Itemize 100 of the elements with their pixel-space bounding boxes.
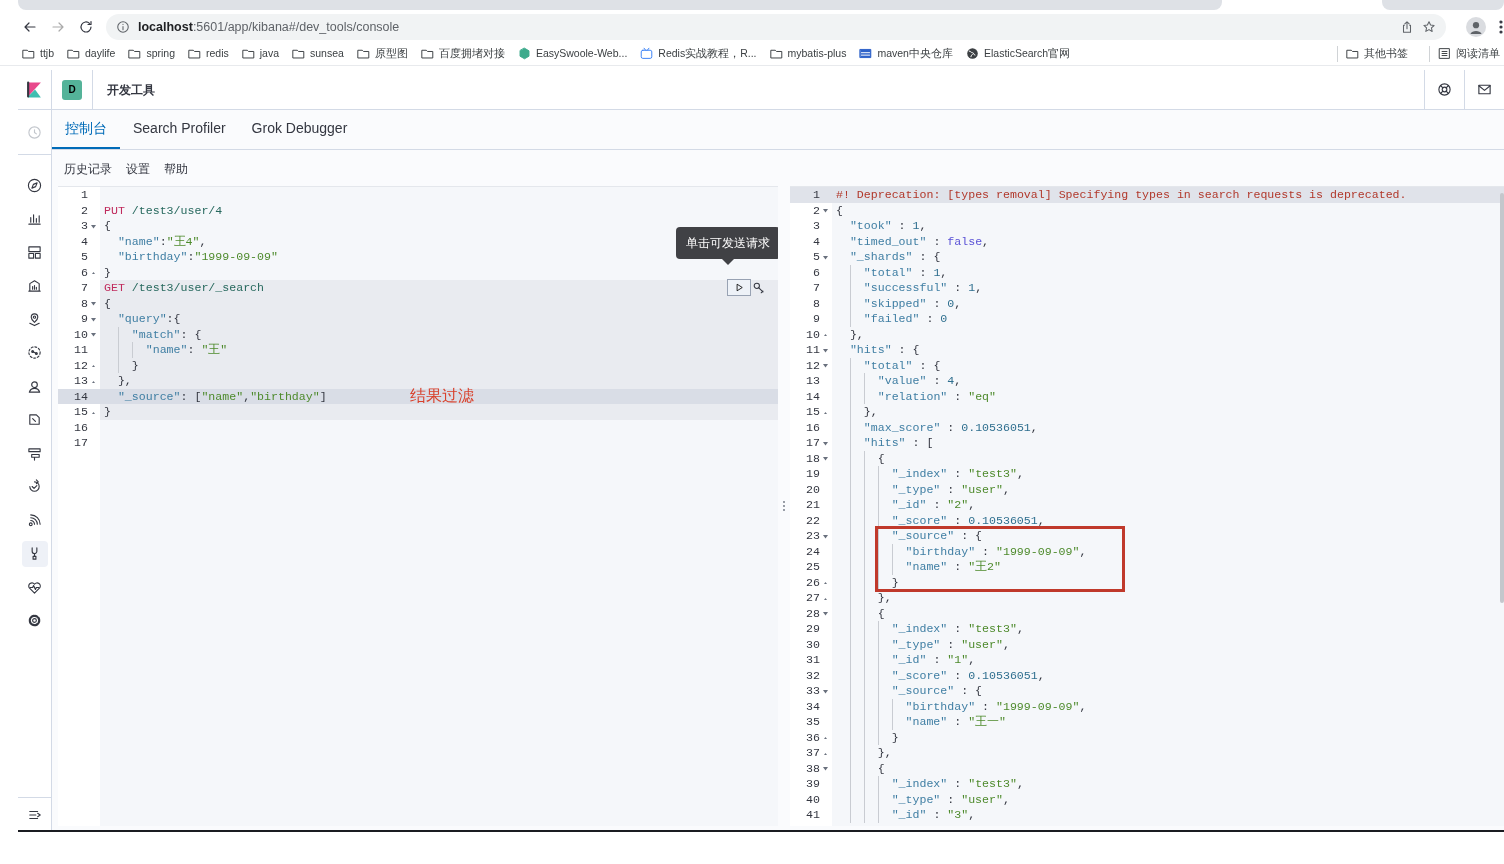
- code-line: "birthday" : "1999-09-09",: [905, 698, 1087, 714]
- line-number: 8: [813, 295, 820, 311]
- line-number: 18: [806, 450, 820, 466]
- code-line: PUT /test3/user/4: [104, 202, 223, 218]
- code-line: "birthday" : "1999-09-09",: [905, 543, 1087, 559]
- line-number: 13: [74, 373, 88, 389]
- line-number: 28: [806, 605, 820, 621]
- line-number: 7: [813, 280, 820, 296]
- tab[interactable]: Grok Debugger: [238, 109, 361, 149]
- line-number: 34: [806, 698, 820, 714]
- space-avatar[interactable]: D: [62, 79, 82, 100]
- line-number: 17: [806, 435, 820, 451]
- address-field[interactable]: localhost:5601/app/kibana#/dev_tools/console: [106, 14, 1446, 40]
- line-number: 21: [806, 497, 820, 513]
- code-line: "value" : 4,: [877, 373, 962, 389]
- line-number: 9: [81, 311, 88, 327]
- help-icon[interactable]: [1437, 82, 1452, 97]
- line-number: 19: [806, 466, 820, 482]
- share-icon[interactable]: [1400, 20, 1414, 34]
- collapse-menu-icon[interactable]: [27, 808, 42, 822]
- line-number: 3: [813, 218, 820, 234]
- code-line: "total" : 1,: [863, 264, 948, 280]
- code-line: }: [104, 264, 111, 280]
- bookmark[interactable]: 其他书签: [1346, 45, 1408, 62]
- send-request-button[interactable]: [727, 279, 751, 296]
- line-number: 33: [806, 683, 820, 699]
- code-line: "failed" : 0: [863, 311, 948, 327]
- bookmark[interactable]: 百度拥堵对接: [420, 45, 505, 62]
- line-number: 5: [81, 249, 88, 265]
- menu-link[interactable]: 设置: [126, 160, 150, 186]
- line-number: 16: [806, 419, 820, 435]
- bookmark[interactable]: redis: [188, 45, 229, 62]
- line-number: 3: [81, 218, 88, 234]
- bookmark[interactable]: sunsea: [292, 45, 344, 62]
- line-number: 17: [74, 435, 88, 451]
- code-line: "_id" : "2",: [891, 497, 976, 513]
- line-number: 6: [81, 264, 88, 280]
- tab[interactable]: 控制台: [52, 109, 120, 149]
- line-number: 12: [806, 357, 820, 373]
- avatar-icon[interactable]: [1466, 17, 1486, 37]
- code-line: "skipped" : 0,: [863, 295, 962, 311]
- code-line: "_score" : 0.10536051,: [891, 512, 1045, 528]
- code-line: {: [104, 218, 111, 234]
- bookmark[interactable]: EasySwoole-Web...: [517, 45, 628, 62]
- mail-icon[interactable]: [1477, 82, 1492, 97]
- page-title: 开发工具: [92, 69, 155, 110]
- line-number: 37: [806, 745, 820, 761]
- menu-link[interactable]: 历史记录: [64, 160, 112, 186]
- line-number: 7: [81, 280, 88, 296]
- line-number: 29: [806, 621, 820, 637]
- nav-button[interactable]: [21, 540, 48, 567]
- drag-handle-icon[interactable]: [782, 500, 786, 512]
- star-icon[interactable]: [1422, 20, 1436, 34]
- bookmark[interactable]: spring: [128, 45, 175, 62]
- line-number: 11: [74, 342, 88, 358]
- more-menu-icon[interactable]: [1498, 19, 1504, 35]
- code-line: "took" : 1,: [849, 218, 927, 234]
- menu-link[interactable]: 帮助: [164, 160, 188, 186]
- code-line: "name":"王4",: [117, 233, 207, 249]
- line-number: 5: [813, 249, 820, 265]
- code-line: "total" : {: [863, 357, 941, 373]
- annotation-text: 结果过滤: [410, 385, 474, 406]
- globe-icon: [965, 47, 979, 60]
- scrollbar[interactable]: [1500, 193, 1504, 603]
- line-number: 15: [806, 404, 820, 420]
- line-number: 10: [806, 326, 820, 342]
- folder-icon: [67, 47, 80, 60]
- line-number: 4: [813, 233, 820, 249]
- code-line: },: [117, 373, 132, 389]
- fold-icon[interactable]: [821, 206, 830, 215]
- line-number: 14: [74, 388, 88, 404]
- bookmark[interactable]: 原型图: [356, 45, 408, 62]
- kibana-logo[interactable]: [26, 80, 43, 99]
- bookmark[interactable]: mybatis-plus: [769, 45, 847, 62]
- reload-icon[interactable]: [78, 19, 94, 35]
- bookmark[interactable]: maven中央仓库: [859, 45, 953, 62]
- line-number: 35: [806, 714, 820, 730]
- code-line: "_id" : "3",: [891, 807, 976, 823]
- code-line: "name" : "王一": [905, 714, 1007, 730]
- tab[interactable]: Search Profiler: [120, 109, 239, 149]
- line-number: 2: [81, 202, 88, 218]
- bookmark[interactable]: Redis实战教程，R...: [640, 45, 757, 62]
- bookmark[interactable]: ElasticSearch官网: [965, 45, 1071, 62]
- code-line: "relation" : "eq": [877, 388, 996, 404]
- list-icon: [1438, 47, 1451, 60]
- bookmark[interactable]: ttjb: [22, 45, 54, 62]
- folder-icon: [128, 47, 142, 60]
- code-line: "name" : "王2": [905, 559, 1002, 575]
- line-number: 38: [806, 760, 820, 776]
- code-line: "match": {: [131, 326, 202, 342]
- code-line: "name": "王": [145, 342, 228, 358]
- bookmark[interactable]: 阅读清单: [1438, 45, 1500, 62]
- bookmark[interactable]: daylife: [67, 45, 116, 62]
- code-line: "_source": ["name","birthday"]: [117, 388, 327, 404]
- tooltip: 单击可发送请求: [676, 227, 778, 265]
- bookmark[interactable]: java: [241, 45, 279, 62]
- tv-icon: [640, 47, 654, 60]
- folder-icon: [420, 47, 434, 60]
- code-line: "_source" : {: [891, 528, 983, 544]
- line-number: 30: [806, 636, 820, 652]
